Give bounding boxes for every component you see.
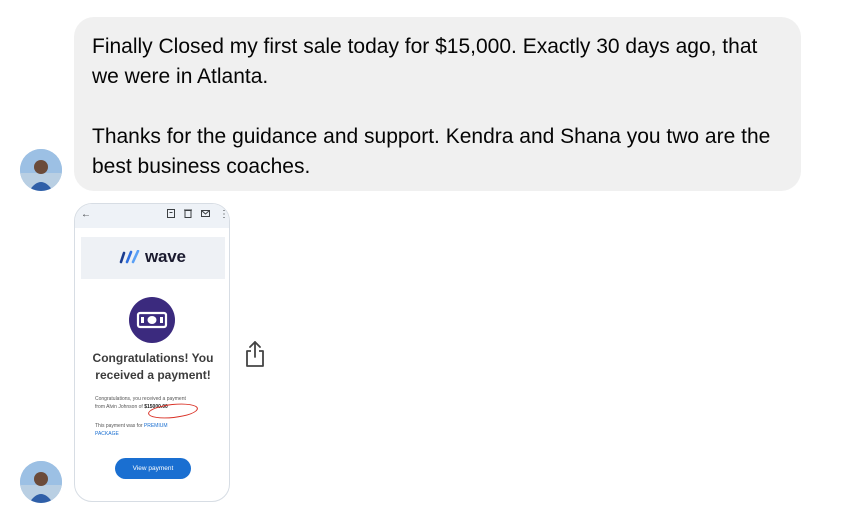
trash-icon — [184, 209, 192, 222]
avatar[interactable] — [20, 461, 62, 503]
email-toolbar: ← ⋮ — [75, 204, 229, 228]
money-icon — [129, 297, 175, 343]
share-icon[interactable] — [244, 340, 266, 368]
message-paragraph: Finally Closed my first sale today for $… — [92, 35, 758, 88]
payment-package: This payment was for PREMIUM PACKAGE — [95, 423, 168, 437]
wave-header: wave — [81, 237, 225, 279]
wave-logo: wave — [119, 247, 186, 267]
message-bubble[interactable]: Finally Closed my first sale today for $… — [74, 17, 801, 191]
back-arrow-icon: ← — [81, 209, 91, 220]
message-paragraph: Thanks for the guidance and support. Ken… — [92, 125, 771, 178]
package-link: PREMIUM — [143, 423, 168, 429]
attachment-image[interactable]: ← ⋮ wave Congratulations! You received a… — [74, 203, 230, 502]
avatar[interactable] — [20, 149, 62, 191]
more-vert-icon: ⋮ — [219, 209, 229, 220]
view-payment-button: View payment — [115, 458, 191, 479]
archive-icon — [167, 209, 175, 222]
mail-icon — [201, 209, 210, 221]
wave-logo-icon — [119, 250, 140, 264]
payment-heading: Congratulations! You received a payment! — [92, 351, 214, 382]
wave-brand-name: wave — [145, 247, 186, 266]
